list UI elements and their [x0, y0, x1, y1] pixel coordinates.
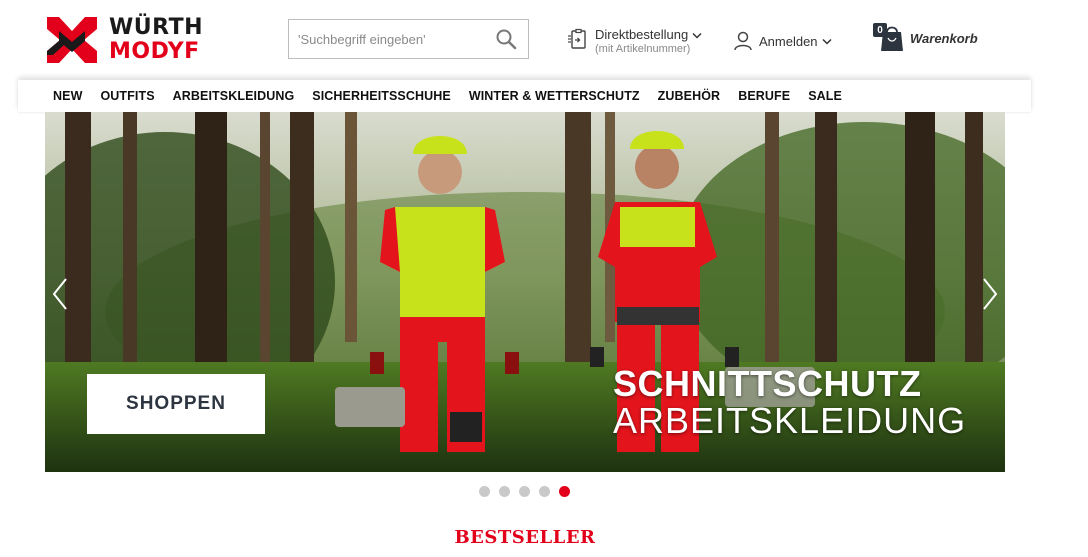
nav-item-arbeitskleidung[interactable]: ARBEITSKLEIDUNG — [173, 89, 295, 103]
user-icon — [734, 31, 752, 51]
shoppen-button-label: SHOPPEN — [126, 393, 226, 414]
nav-item-new[interactable]: NEW — [53, 89, 82, 103]
nav-item-sale[interactable]: SALE — [808, 89, 842, 103]
search-input[interactable] — [289, 20, 484, 58]
slider-dot-5[interactable] — [559, 486, 570, 497]
cart-button[interactable]: 0 Warenkorb — [872, 23, 978, 53]
login-menu[interactable]: Anmelden — [733, 30, 832, 52]
search-icon — [496, 29, 517, 50]
nav-item-outfits[interactable]: OUTFITS — [100, 89, 154, 103]
slider-dot-1[interactable] — [479, 486, 490, 497]
site-header: WÜRTH MODYF Direktbestellung — [0, 0, 1088, 80]
slider-next-button[interactable] — [978, 277, 1002, 311]
slider-dot-3[interactable] — [519, 486, 530, 497]
chevron-down-icon — [692, 32, 702, 39]
chevron-right-icon — [983, 278, 998, 310]
slider-dot-4[interactable] — [539, 486, 550, 497]
cart-label: Warenkorb — [910, 30, 978, 46]
slider-pagination — [479, 486, 579, 497]
brand-logo[interactable]: WÜRTH MODYF — [43, 10, 213, 70]
direktbestellung-menu[interactable]: Direktbestellung (mit Artikelnummer) — [567, 27, 702, 56]
bestseller-heading: BESTSELLER — [454, 527, 596, 548]
direktbestellung-label-row: Direktbestellung — [595, 27, 702, 42]
cart-count-badge: 0 — [873, 23, 887, 37]
brand-name-line2: MODYF — [109, 39, 200, 64]
nav-item-sicherheitsschuhe[interactable]: SICHERHEITSSCHUHE — [312, 89, 451, 103]
nav-item-zubehoer[interactable]: ZUBEHÖR — [658, 89, 721, 103]
nav-item-berufe[interactable]: BERUFE — [738, 89, 790, 103]
hero-headline: SCHNITTSCHUTZ ARBEITSKLEIDUNG — [613, 366, 966, 439]
slider-dot-2[interactable] — [499, 486, 510, 497]
brand-wordmark: WÜRTH MODYF — [109, 17, 203, 63]
chevron-down-icon — [822, 38, 832, 45]
search-box — [288, 19, 529, 59]
nav-item-winter-wetterschutz[interactable]: WINTER & WETTERSCHUTZ — [469, 89, 640, 103]
brand-logo-mark — [47, 17, 97, 63]
chevron-left-icon — [52, 278, 67, 310]
hero-headline-line2: ARBEITSKLEIDUNG — [613, 400, 967, 441]
shoppen-button[interactable]: SHOPPEN — [87, 374, 265, 434]
cart-icon-wrap: 0 — [872, 23, 906, 53]
direktbestellung-label: Direktbestellung — [595, 27, 689, 42]
brand-name-line1: WÜRTH — [109, 15, 204, 40]
clipboard-icon — [568, 28, 586, 49]
search-button[interactable] — [484, 20, 528, 58]
hero-headline-line1: SCHNITTSCHUTZ — [613, 363, 922, 404]
slider-prev-button[interactable] — [48, 277, 72, 311]
login-label: Anmelden — [759, 33, 818, 49]
direktbestellung-text: Direktbestellung (mit Artikelnummer) — [595, 27, 702, 56]
main-navigation: NEW OUTFITS ARBEITSKLEIDUNG SICHERHEITSS… — [18, 80, 1031, 112]
hero-slider: SHOPPEN SCHNITTSCHUTZ ARBEITSKLEIDUNG — [45, 112, 1005, 472]
direktbestellung-sublabel: (mit Artikelnummer) — [595, 43, 691, 56]
